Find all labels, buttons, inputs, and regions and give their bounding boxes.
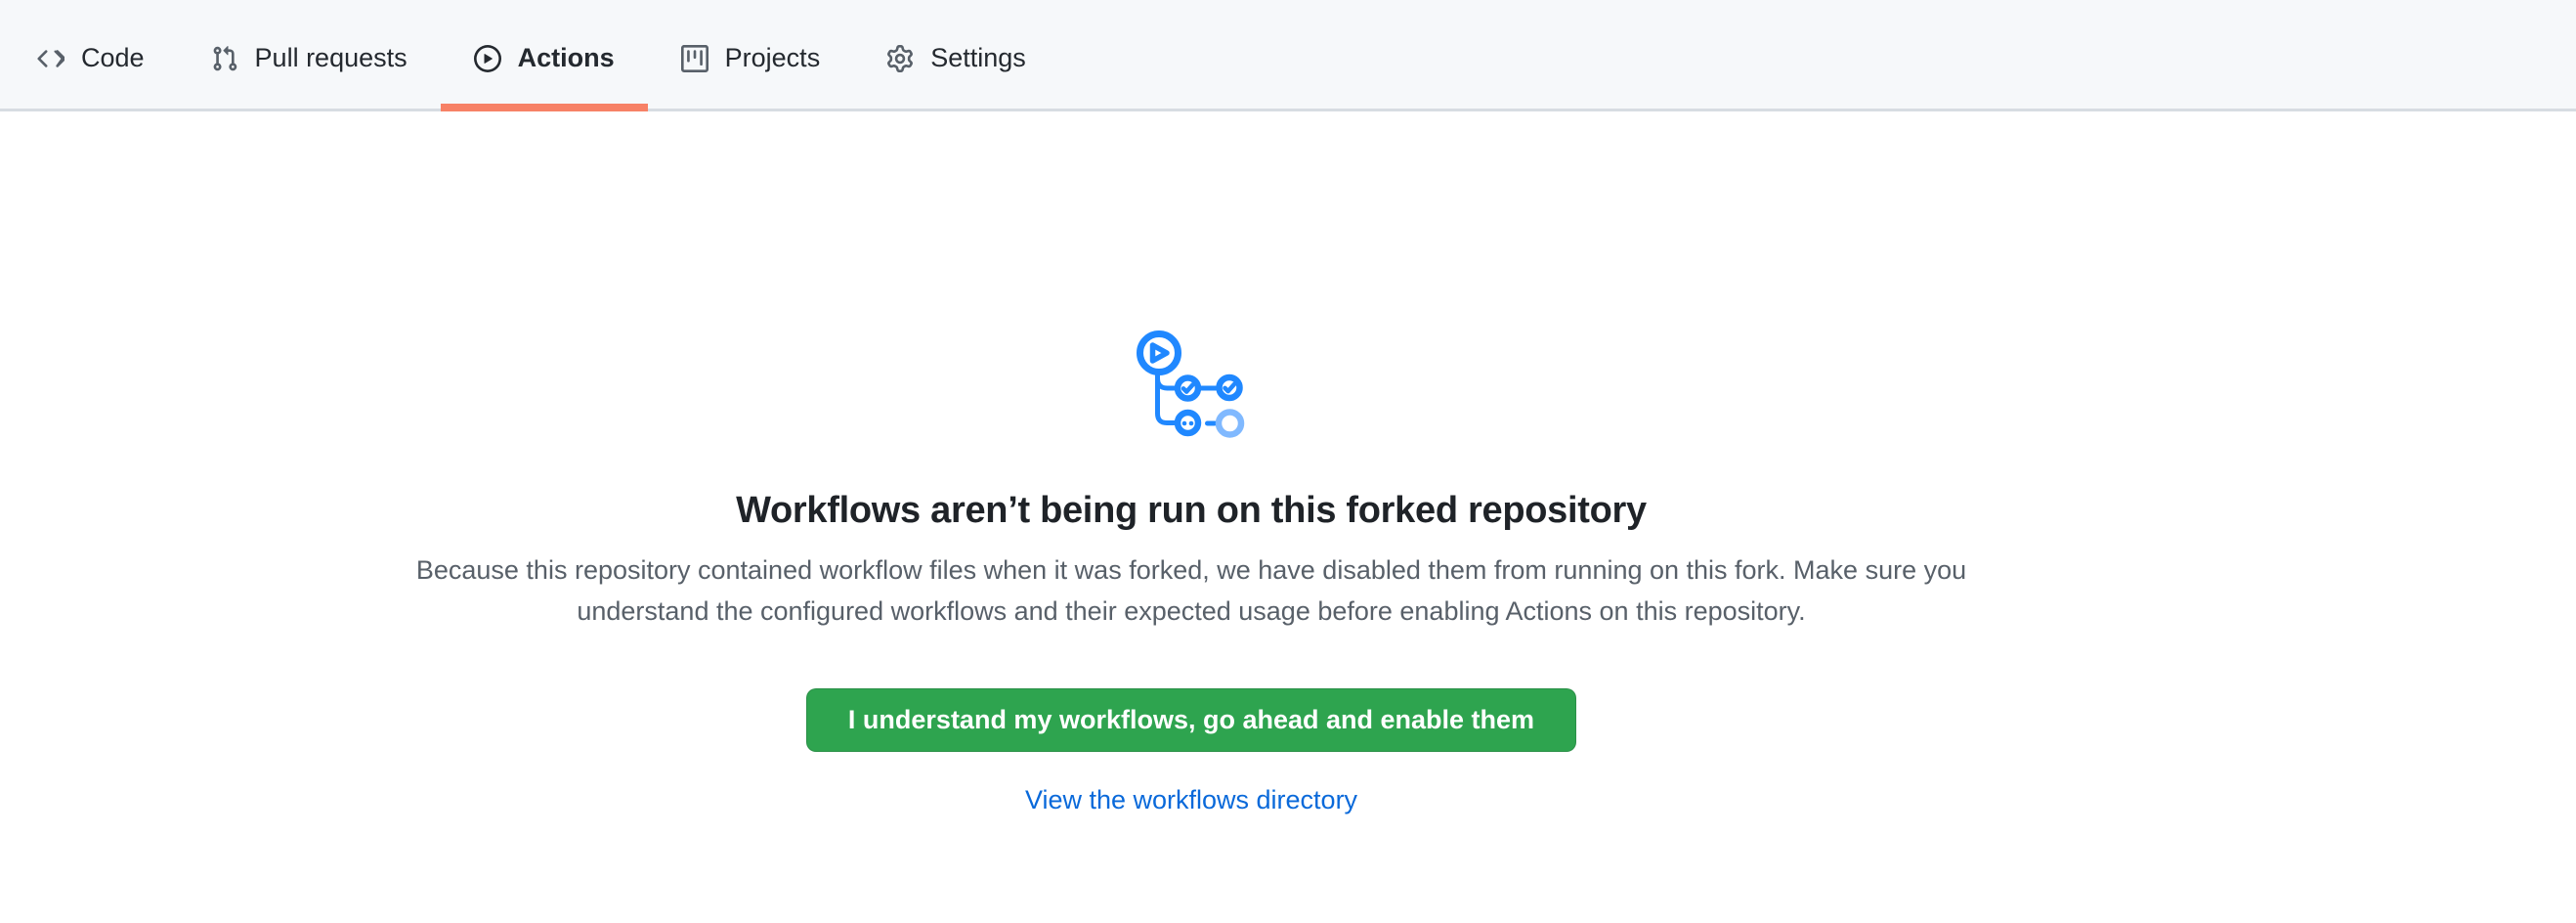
tab-pull-requests[interactable]: Pull requests (178, 26, 441, 111)
workflow-graph-icon (1137, 330, 1246, 439)
repo-tab-nav: Code Pull requests Actions Projects Sett… (0, 0, 2576, 111)
pull-request-icon (211, 45, 238, 72)
tab-code[interactable]: Code (4, 26, 178, 111)
tab-settings-label: Settings (930, 45, 1026, 71)
link-row: View the workflows directory (0, 784, 2383, 815)
tab-actions-label: Actions (518, 45, 615, 71)
repo-tabs: Code Pull requests Actions Projects Sett… (4, 26, 1059, 111)
tab-actions[interactable]: Actions (441, 26, 648, 111)
project-icon (681, 45, 708, 72)
tab-code-label: Code (81, 45, 145, 71)
gear-icon (886, 45, 914, 72)
actions-blankslate: Workflows aren’t being run on this forke… (0, 111, 2383, 815)
blankslate-description: Because this repository contained workfl… (390, 549, 1993, 632)
code-icon (37, 45, 64, 72)
play-circle-icon (474, 45, 501, 72)
view-workflows-directory-link[interactable]: View the workflows directory (1025, 785, 1357, 814)
button-row: I understand my workflows, go ahead and … (0, 688, 2383, 752)
tab-projects[interactable]: Projects (648, 26, 854, 111)
page-title: Workflows aren’t being run on this forke… (0, 487, 2383, 534)
tab-projects-label: Projects (725, 45, 821, 71)
tab-settings[interactable]: Settings (853, 26, 1059, 111)
enable-workflows-button[interactable]: I understand my workflows, go ahead and … (806, 688, 1576, 752)
tab-pull-requests-label: Pull requests (255, 45, 408, 71)
